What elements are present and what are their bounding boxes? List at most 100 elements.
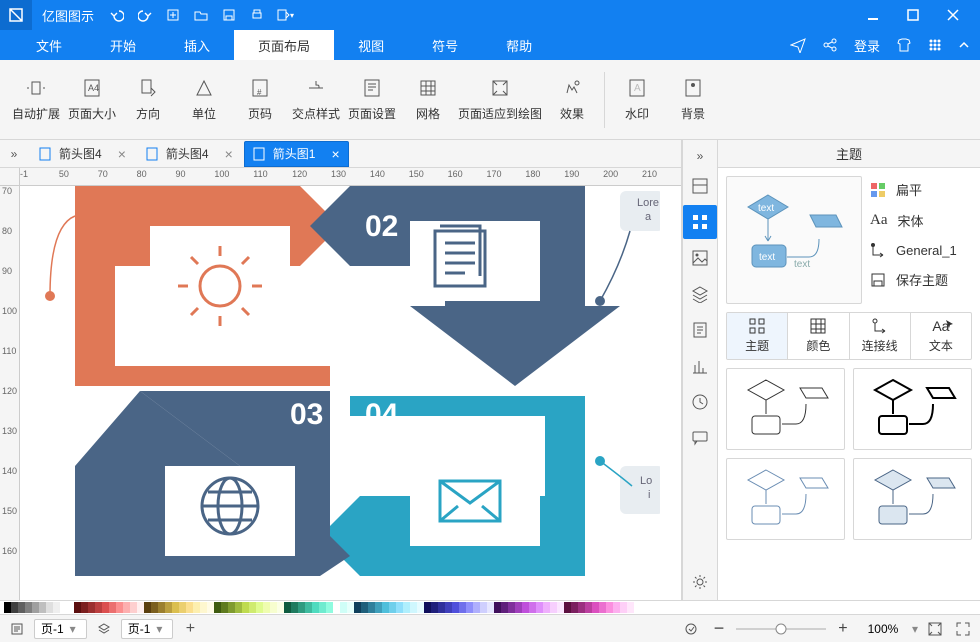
theme-save-button[interactable]: 保存主题 — [870, 270, 972, 289]
unit-button[interactable]: 单位 — [176, 67, 232, 133]
color-swatch[interactable] — [424, 602, 431, 613]
color-swatch[interactable] — [102, 602, 109, 613]
color-swatch[interactable] — [39, 602, 46, 613]
undo-button[interactable] — [104, 2, 130, 28]
new-button[interactable] — [160, 2, 186, 28]
theme-flat-button[interactable]: 扁平 — [870, 180, 972, 199]
color-swatch[interactable] — [116, 602, 123, 613]
share-icon[interactable] — [822, 37, 838, 53]
apps-icon[interactable] — [928, 38, 942, 52]
color-swatch[interactable] — [592, 602, 599, 613]
close-tab-icon[interactable]: × — [331, 146, 339, 162]
format-icon[interactable] — [683, 169, 717, 203]
color-swatch[interactable] — [179, 602, 186, 613]
color-swatch[interactable] — [235, 602, 242, 613]
fit-drawing-button[interactable]: 页面适应到绘图 — [456, 67, 544, 133]
color-swatch[interactable] — [620, 602, 627, 613]
color-swatch[interactable] — [4, 602, 11, 613]
close-tab-icon[interactable]: × — [225, 146, 233, 162]
zoom-reset-icon[interactable] — [680, 618, 702, 640]
color-swatch[interactable] — [585, 602, 592, 613]
color-swatch[interactable] — [403, 602, 410, 613]
color-swatch[interactable] — [571, 602, 578, 613]
color-swatch[interactable] — [186, 602, 193, 613]
theme-preview[interactable]: text text text — [726, 176, 862, 304]
color-swatch[interactable] — [613, 602, 620, 613]
effect-button[interactable]: 效果 — [544, 67, 600, 133]
color-swatch[interactable] — [228, 602, 235, 613]
zoom-slider[interactable] — [736, 622, 826, 636]
color-swatch[interactable] — [606, 602, 613, 613]
image-icon[interactable] — [683, 241, 717, 275]
fit-page-icon[interactable] — [924, 618, 946, 640]
layers-icon[interactable] — [683, 277, 717, 311]
theme-option-4[interactable] — [853, 458, 972, 540]
color-strip[interactable] — [0, 600, 980, 614]
zoom-dropdown-icon[interactable]: ▾ — [912, 622, 918, 636]
color-swatch[interactable] — [368, 602, 375, 613]
send-icon[interactable] — [790, 37, 806, 53]
color-swatch[interactable] — [207, 602, 214, 613]
color-swatch[interactable] — [109, 602, 116, 613]
menu-symbol[interactable]: 符号 — [408, 30, 482, 60]
color-swatch[interactable] — [165, 602, 172, 613]
color-swatch[interactable] — [480, 602, 487, 613]
export-button[interactable]: ▾ — [272, 2, 298, 28]
color-swatch[interactable] — [627, 602, 634, 613]
color-swatch[interactable] — [277, 602, 284, 613]
color-swatch[interactable] — [396, 602, 403, 613]
close-tab-icon[interactable]: × — [118, 146, 126, 162]
zoom-in-icon[interactable]: + — [832, 618, 854, 640]
color-swatch[interactable] — [74, 602, 81, 613]
color-swatch[interactable] — [298, 602, 305, 613]
color-swatch[interactable] — [417, 602, 424, 613]
color-swatch[interactable] — [32, 602, 39, 613]
theme-option-2[interactable] — [853, 368, 972, 450]
theme-icon[interactable] — [683, 205, 717, 239]
color-swatch[interactable] — [599, 602, 606, 613]
theme-font-button[interactable]: Aa 宋体 — [870, 211, 972, 230]
color-swatch[interactable] — [214, 602, 221, 613]
color-swatch[interactable] — [438, 602, 445, 613]
color-swatch[interactable] — [557, 602, 564, 613]
color-swatch[interactable] — [452, 602, 459, 613]
menu-home[interactable]: 开始 — [86, 30, 160, 60]
background-button[interactable]: 背景 — [665, 67, 721, 133]
color-swatch[interactable] — [46, 602, 53, 613]
color-swatch[interactable] — [130, 602, 137, 613]
zoom-value[interactable]: 100% — [860, 622, 906, 636]
color-swatch[interactable] — [487, 602, 494, 613]
color-swatch[interactable] — [305, 602, 312, 613]
layer-selector[interactable]: 页-1▾ — [121, 619, 174, 639]
color-swatch[interactable] — [18, 602, 25, 613]
watermark-button[interactable]: A水印 — [609, 67, 665, 133]
color-swatch[interactable] — [347, 602, 354, 613]
color-swatch[interactable] — [123, 602, 130, 613]
color-swatch[interactable] — [158, 602, 165, 613]
color-swatch[interactable] — [445, 602, 452, 613]
color-swatch[interactable] — [270, 602, 277, 613]
color-swatch[interactable] — [326, 602, 333, 613]
color-swatch[interactable] — [263, 602, 270, 613]
color-swatch[interactable] — [473, 602, 480, 613]
color-swatch[interactable] — [291, 602, 298, 613]
theme-option-3[interactable] — [726, 458, 845, 540]
color-swatch[interactable] — [494, 602, 501, 613]
orientation-button[interactable]: 方向 — [120, 67, 176, 133]
color-swatch[interactable] — [88, 602, 95, 613]
color-swatch[interactable] — [459, 602, 466, 613]
color-swatch[interactable] — [375, 602, 382, 613]
color-swatch[interactable] — [564, 602, 571, 613]
color-swatch[interactable] — [284, 602, 291, 613]
theme-style-button[interactable]: General_1 — [870, 242, 972, 258]
ruler-vertical[interactable] — [0, 186, 20, 600]
color-swatch[interactable] — [410, 602, 417, 613]
menu-view[interactable]: 视图 — [334, 30, 408, 60]
collapse-ribbon-icon[interactable] — [958, 39, 970, 51]
color-swatch[interactable] — [340, 602, 347, 613]
color-swatch[interactable] — [242, 602, 249, 613]
color-swatch[interactable] — [200, 602, 207, 613]
comment-icon[interactable] — [683, 421, 717, 455]
panel-tab-color[interactable]: 颜色 — [787, 313, 848, 359]
color-swatch[interactable] — [67, 602, 74, 613]
